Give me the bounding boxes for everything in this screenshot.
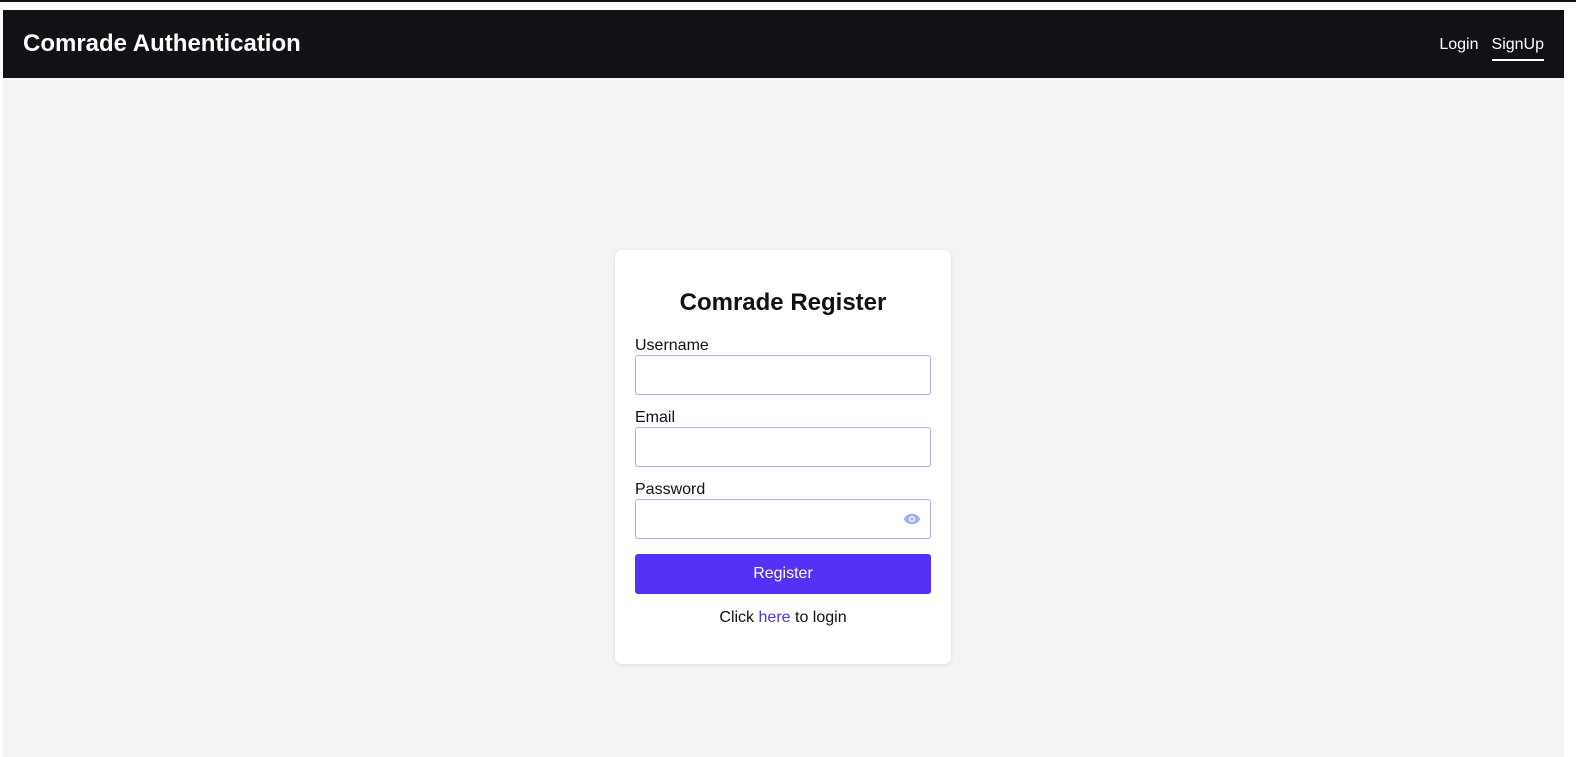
- password-input-wrap: [635, 499, 931, 539]
- username-input-wrap: [635, 355, 931, 395]
- brand-title: Comrade Authentication: [23, 30, 301, 57]
- email-input[interactable]: [635, 427, 931, 467]
- register-button[interactable]: Register: [635, 554, 931, 594]
- nav-link-signup[interactable]: SignUp: [1491, 36, 1544, 61]
- login-prompt-prefix: Click: [719, 609, 755, 626]
- nav-link-login[interactable]: Login: [1439, 36, 1478, 61]
- login-prompt: Click here to login: [635, 609, 931, 627]
- navbar: Comrade Authentication Login SignUp: [3, 10, 1564, 78]
- form-title: Comrade Register: [679, 289, 887, 316]
- register-card: Comrade Register Username Email Password: [615, 250, 951, 664]
- username-input[interactable]: [635, 355, 931, 395]
- login-prompt-suffix: to login: [795, 609, 847, 626]
- email-input-wrap: [635, 427, 931, 467]
- password-field-group: Password: [635, 480, 931, 539]
- eye-icon[interactable]: [903, 510, 921, 528]
- main-content: Comrade Register Username Email Password: [3, 78, 1564, 757]
- username-field-group: Username: [635, 336, 931, 395]
- nav-links: Login SignUp: [1439, 36, 1544, 61]
- password-input[interactable]: [635, 499, 931, 539]
- username-label: Username: [635, 337, 709, 354]
- login-here-link[interactable]: here: [759, 609, 791, 626]
- email-label: Email: [635, 409, 676, 426]
- password-label: Password: [635, 481, 706, 498]
- top-border-line: [0, 0, 1576, 2]
- eye-icon-svg: [903, 513, 921, 525]
- email-field-group: Email: [635, 408, 931, 467]
